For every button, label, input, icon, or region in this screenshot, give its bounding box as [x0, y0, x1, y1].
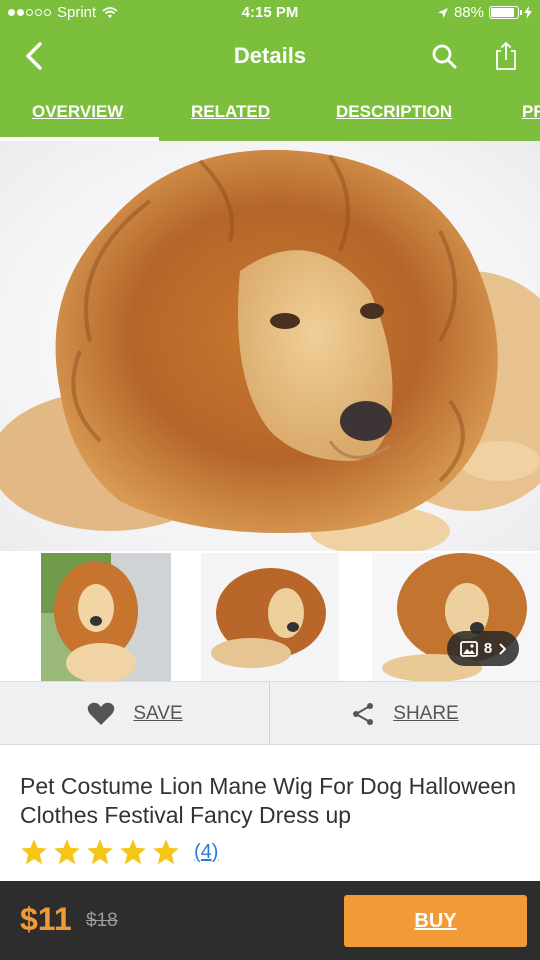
star-icon	[54, 839, 80, 865]
thumbnail-1-image	[41, 553, 171, 681]
product-rating: (4)	[20, 838, 218, 866]
thumbnail-1[interactable]	[41, 553, 171, 681]
original-price: $18	[86, 910, 118, 931]
dog-lion-mane-image	[0, 149, 540, 551]
product-title: Pet Costume Lion Mane Wig For Dog Hallow…	[20, 773, 517, 828]
search-button[interactable]	[430, 42, 460, 72]
heart-icon	[88, 702, 115, 725]
save-button[interactable]: SAVE	[0, 682, 270, 745]
share-label: SHARE	[393, 702, 459, 724]
star-icon	[21, 839, 47, 865]
share-button[interactable]: SHARE	[270, 682, 540, 745]
app-header: Sprint 4:15 PM 88% Details OVERVIEW RELA…	[0, 0, 540, 141]
share-nodes-icon	[353, 702, 374, 725]
share-icon	[496, 41, 516, 70]
tab-related[interactable]: RELATED	[191, 102, 270, 122]
current-price: $11	[20, 901, 72, 937]
share-top-button[interactable]	[492, 40, 520, 72]
tab-overview[interactable]: OVERVIEW	[32, 102, 123, 122]
battery-icon	[489, 6, 522, 19]
star-icon	[87, 839, 113, 865]
save-label: SAVE	[133, 702, 183, 724]
product-main-image[interactable]	[0, 141, 540, 551]
buy-button[interactable]: BUY	[344, 895, 527, 947]
gallery-count-badge[interactable]: 8	[447, 631, 519, 666]
star-icon	[153, 839, 179, 865]
gallery-count: 8	[483, 640, 493, 657]
tab-bar: OVERVIEW RELATED DESCRIPTION PR	[0, 90, 540, 141]
action-bar: SAVE SHARE	[0, 681, 540, 745]
thumbnail-2[interactable]	[201, 553, 339, 681]
tab-description[interactable]: DESCRIPTION	[336, 102, 452, 122]
battery-percent: 88%	[453, 4, 484, 21]
image-gallery-icon	[459, 640, 478, 657]
tab-partial[interactable]: PR	[522, 102, 540, 122]
search-icon	[432, 44, 457, 69]
purchase-bar: $11 $18 BUY	[0, 881, 540, 960]
thumbnail-2-image	[211, 568, 326, 668]
status-bar: Sprint 4:15 PM 88%	[0, 0, 540, 28]
star-icon	[120, 839, 146, 865]
nav-bar: Details	[0, 28, 540, 86]
chevron-right-icon	[499, 642, 507, 655]
charging-bolt-icon	[524, 6, 532, 19]
review-count-link[interactable]: (4)	[194, 841, 218, 864]
location-arrow-icon	[437, 7, 448, 18]
